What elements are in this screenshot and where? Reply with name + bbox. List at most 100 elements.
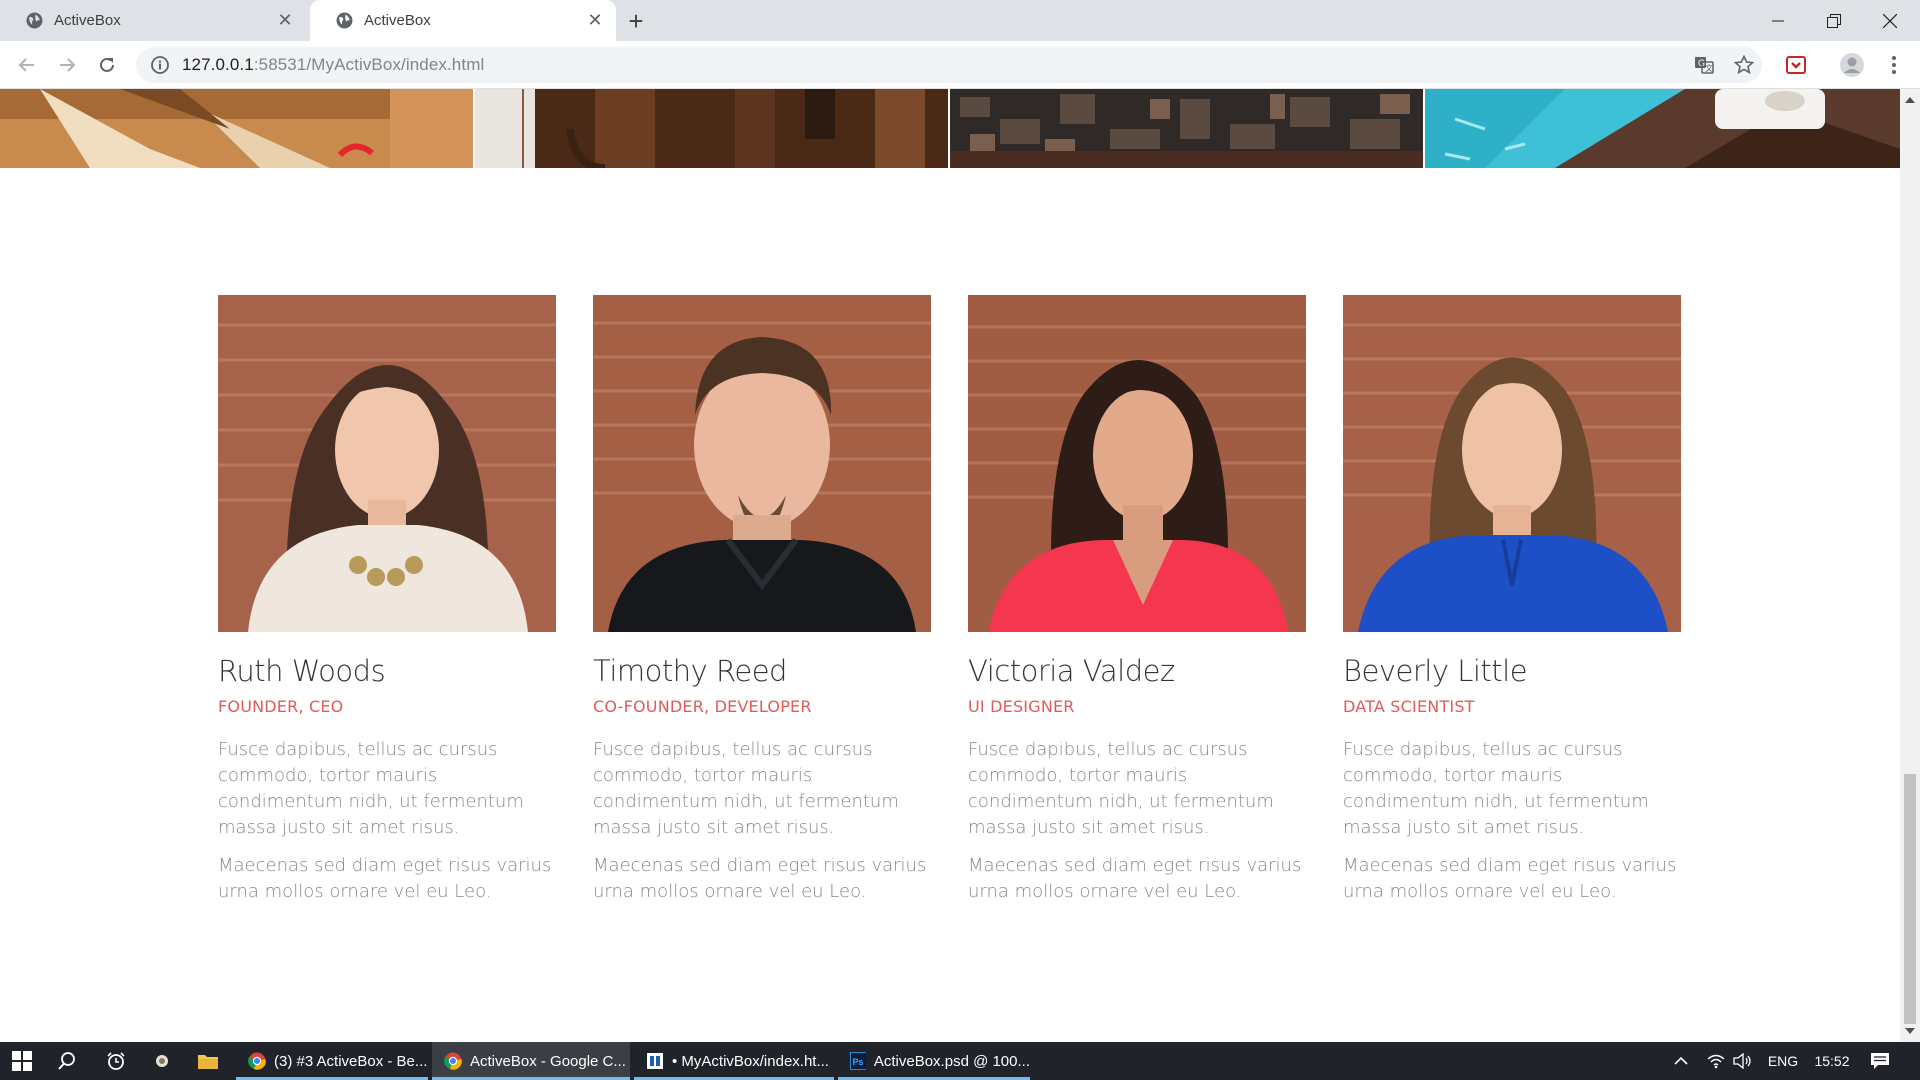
taskbar-app[interactable]: (3) #3 ActiveBox - Be... bbox=[236, 1042, 428, 1080]
chrome-icon bbox=[444, 1052, 462, 1070]
team-member-card: Beverly Little DATA SCIENTIST Fusce dapi… bbox=[1343, 295, 1681, 905]
taskbar-app[interactable]: Ps ActiveBox.psd @ 100... bbox=[838, 1042, 1030, 1080]
language-label: ENG bbox=[1767, 1053, 1799, 1069]
member-bio: Fusce dapibus, tellus ac cursus commodo,… bbox=[593, 739, 899, 838]
back-button[interactable] bbox=[11, 49, 43, 81]
globe-icon bbox=[26, 12, 43, 29]
chevron-up-icon bbox=[1674, 1056, 1688, 1065]
language-indicator[interactable]: ENG bbox=[1766, 1042, 1800, 1080]
taskbar-app-active[interactable]: ActiveBox - Google C... bbox=[432, 1042, 630, 1080]
gallery-image[interactable] bbox=[0, 89, 473, 168]
globe-icon bbox=[336, 12, 353, 29]
member-bio-secondary: Maecenas sed diam eget risus varius urna… bbox=[968, 855, 1302, 902]
scrollbar-thumb[interactable] bbox=[1904, 774, 1916, 1024]
close-window-button[interactable] bbox=[1862, 0, 1918, 41]
start-button[interactable] bbox=[10, 1042, 34, 1080]
notification-icon bbox=[1871, 1053, 1889, 1069]
taskbar-app-label: (3) #3 ActiveBox - Be... bbox=[274, 1052, 428, 1070]
portrait-image bbox=[1343, 295, 1681, 632]
folder-icon bbox=[198, 1055, 218, 1069]
arrow-right-icon bbox=[60, 58, 76, 72]
pocket-extension-button[interactable] bbox=[1780, 49, 1812, 81]
portrait-image bbox=[218, 295, 556, 632]
search-icon bbox=[58, 1052, 75, 1070]
address-bar[interactable]: 127.0.0.1:58531/MyActivBox/index.html G文 bbox=[136, 47, 1762, 83]
pocket-icon bbox=[1786, 56, 1806, 74]
gallery-image[interactable] bbox=[950, 89, 1423, 168]
show-hidden-icons-button[interactable] bbox=[1672, 1042, 1690, 1080]
minimize-button[interactable] bbox=[1750, 0, 1806, 41]
member-bio: Fusce dapibus, tellus ac cursus commodo,… bbox=[1343, 739, 1649, 838]
windows-logo-icon bbox=[12, 1051, 32, 1071]
photoshop-icon: Ps bbox=[850, 1052, 866, 1070]
avatar-icon bbox=[1840, 53, 1864, 77]
spider-icon bbox=[156, 1055, 168, 1067]
member-bio-secondary: Maecenas sed diam eget risus varius urna… bbox=[593, 855, 927, 902]
url-host: 127.0.0.1 bbox=[182, 55, 254, 74]
minimize-icon bbox=[1772, 20, 1784, 21]
forward-button[interactable] bbox=[51, 49, 83, 81]
reload-button[interactable] bbox=[91, 49, 123, 81]
browser-toolbar: 127.0.0.1:58531/MyActivBox/index.html G文 bbox=[0, 41, 1920, 89]
tab-title: ActiveBox bbox=[54, 12, 121, 29]
translate-icon[interactable]: G文 bbox=[1694, 55, 1714, 75]
star-icon[interactable] bbox=[1734, 55, 1754, 75]
speaker-icon bbox=[1733, 1053, 1751, 1069]
taskbar-app-label: ActiveBox - Google C... bbox=[470, 1052, 626, 1070]
member-photo[interactable] bbox=[1343, 295, 1681, 632]
profile-button[interactable] bbox=[1836, 49, 1868, 81]
member-photo[interactable] bbox=[593, 295, 931, 632]
info-icon[interactable] bbox=[150, 55, 170, 75]
action-center-button[interactable] bbox=[1868, 1042, 1892, 1080]
page-scrollbar[interactable] bbox=[1900, 89, 1920, 1042]
gallery-strip bbox=[0, 89, 1900, 168]
volume-button[interactable] bbox=[1732, 1042, 1754, 1080]
member-role: FOUNDER, CEO bbox=[218, 697, 344, 716]
restore-button[interactable] bbox=[1806, 0, 1862, 41]
search-button[interactable] bbox=[55, 1042, 79, 1080]
team-member-card: Timothy Reed CO-FOUNDER, DEVELOPER Fusce… bbox=[593, 295, 931, 905]
member-bio: Fusce dapibus, tellus ac cursus commodo,… bbox=[968, 739, 1274, 838]
taskbar-app-label: ActiveBox.psd @ 100... bbox=[873, 1052, 1030, 1070]
scroll-up-icon[interactable] bbox=[1905, 97, 1915, 103]
member-bio-secondary: Maecenas sed diam eget risus varius urna… bbox=[1343, 855, 1677, 902]
file-explorer-button[interactable] bbox=[196, 1042, 220, 1080]
close-icon[interactable]: ✕ bbox=[586, 10, 604, 30]
app-button[interactable] bbox=[150, 1042, 174, 1080]
gallery-image[interactable] bbox=[1425, 89, 1900, 168]
member-name: Victoria Valdez bbox=[968, 654, 1175, 688]
svg-text:Ps: Ps bbox=[853, 1057, 864, 1067]
network-button[interactable] bbox=[1706, 1042, 1726, 1080]
team-member-card: Ruth Woods FOUNDER, CEO Fusce dapibus, t… bbox=[218, 295, 556, 905]
restore-icon bbox=[1827, 13, 1841, 28]
scroll-down-icon[interactable] bbox=[1905, 1028, 1915, 1034]
close-icon[interactable]: ✕ bbox=[276, 10, 294, 30]
member-role: CO-FOUNDER, DEVELOPER bbox=[593, 697, 812, 716]
member-name: Ruth Woods bbox=[218, 654, 386, 688]
reload-icon bbox=[100, 57, 114, 72]
clock[interactable]: 15:52 bbox=[1808, 1042, 1856, 1080]
member-role: UI DESIGNER bbox=[968, 697, 1075, 716]
gallery-image[interactable] bbox=[475, 89, 948, 168]
wifi-icon bbox=[1707, 1054, 1725, 1069]
member-photo[interactable] bbox=[218, 295, 556, 632]
page-viewport: Ruth Woods FOUNDER, CEO Fusce dapibus, t… bbox=[0, 89, 1900, 1042]
alarm-clock-icon bbox=[107, 1052, 125, 1070]
portrait-image bbox=[968, 295, 1306, 632]
member-bio: Fusce dapibus, tellus ac cursus commodo,… bbox=[218, 739, 524, 838]
browser-tab-active[interactable]: ActiveBox ✕ bbox=[310, 0, 616, 41]
alarm-app-button[interactable] bbox=[104, 1042, 128, 1080]
taskbar-app-label: • MyActivBox/index.ht... bbox=[672, 1052, 829, 1070]
member-name: Timothy Reed bbox=[593, 654, 787, 688]
browser-menu-button[interactable] bbox=[1878, 49, 1910, 81]
member-name: Beverly Little bbox=[1343, 654, 1528, 688]
browser-tab[interactable]: ActiveBox ✕ bbox=[0, 0, 306, 41]
tab-title: ActiveBox bbox=[364, 12, 431, 29]
member-photo[interactable] bbox=[968, 295, 1306, 632]
taskbar-app[interactable]: • MyActivBox/index.ht... bbox=[634, 1042, 834, 1080]
portrait-image bbox=[593, 295, 931, 632]
editor-icon bbox=[647, 1053, 663, 1069]
browser-tab-strip: ActiveBox ✕ ActiveBox ✕ + bbox=[0, 0, 1920, 41]
windows-taskbar: (3) #3 ActiveBox - Be... ActiveBox - Goo… bbox=[0, 1042, 1920, 1080]
new-tab-button[interactable]: + bbox=[624, 8, 648, 34]
